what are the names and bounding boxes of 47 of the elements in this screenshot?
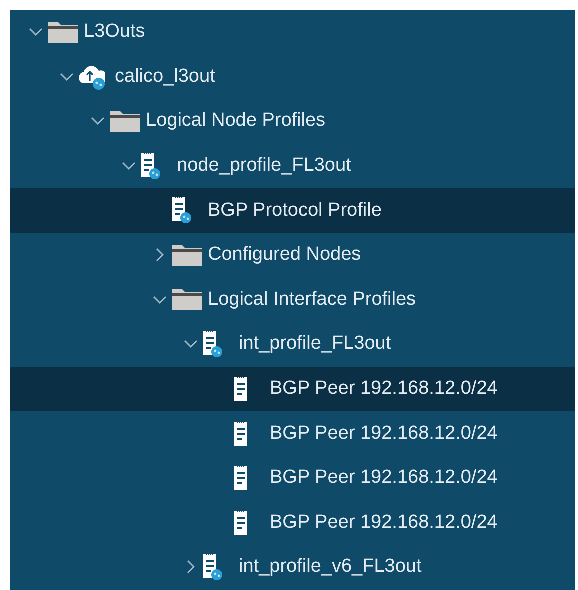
chevron-down-icon[interactable] — [122, 162, 136, 170]
item-label: Configured Nodes — [208, 244, 362, 266]
document-icon — [141, 152, 161, 180]
item-label: node_profile_FL3out — [177, 155, 352, 178]
chevron-right-icon[interactable] — [187, 560, 195, 574]
chevron-down-icon[interactable] — [184, 340, 198, 348]
item-label: BGP Protocol Profile — [208, 200, 382, 222]
chevron-down-icon[interactable] — [60, 72, 74, 81]
item-label: BGP Peer 192.168.12.0/24 — [270, 512, 498, 534]
folder-icon — [172, 289, 202, 310]
folder-icon — [110, 110, 140, 132]
document-icon — [234, 466, 249, 490]
tree-item[interactable]: node_profile_FL3out — [10, 144, 575, 188]
item-label: Logical Interface Profiles — [208, 288, 416, 311]
cloud-icon — [79, 63, 105, 90]
item-label: L3Outs — [84, 21, 146, 44]
tree-item[interactable]: BGP Peer 192.168.12.0/24 — [10, 366, 575, 412]
folder-icon — [48, 22, 78, 43]
chevron-down-icon[interactable] — [29, 28, 43, 36]
tree-item[interactable]: int_profile_FL3out — [10, 322, 575, 367]
tree-item[interactable]: BGP Peer 192.168.12.0/24 — [10, 500, 575, 546]
item-label: calico_l3out — [115, 66, 216, 88]
item-label: BGP Peer 192.168.12.0/24 — [270, 467, 498, 490]
tree-item[interactable]: Configured Nodes — [10, 232, 575, 278]
tree-item[interactable]: L3Outs — [10, 10, 575, 55]
folder-icon — [172, 244, 202, 266]
item-label: BGP Peer 192.168.12.0/24 — [270, 378, 498, 400]
document-icon — [172, 197, 192, 224]
document-icon — [234, 377, 249, 402]
document-icon — [203, 330, 223, 358]
chevron-down-icon[interactable] — [153, 296, 167, 304]
item-label: BGP Peer 192.168.12.0/24 — [270, 422, 498, 445]
tree-item[interactable]: BGP Peer 192.168.12.0/24 — [10, 411, 575, 456]
item-label: Logical Node Profiles — [146, 110, 326, 132]
item-label: int_profile_FL3out — [239, 333, 392, 356]
chevron-down-icon[interactable] — [91, 117, 105, 126]
document-icon — [234, 422, 249, 446]
document-icon — [203, 554, 223, 581]
chevron-right-icon[interactable] — [156, 248, 164, 262]
tree-item[interactable]: Logical Interface Profiles — [10, 278, 575, 322]
tree-item[interactable]: BGP Peer 192.168.12.0/24 — [10, 456, 575, 501]
tree-item[interactable]: Logical Node Profiles — [10, 99, 575, 144]
tree-item[interactable]: calico_l3out — [10, 54, 575, 100]
tree-item[interactable]: int_profile_v6_FL3out — [10, 545, 575, 590]
tree-item[interactable]: BGP Protocol Profile — [10, 188, 575, 233]
document-icon — [234, 510, 249, 535]
item-label: int_profile_v6_FL3out — [239, 556, 422, 578]
